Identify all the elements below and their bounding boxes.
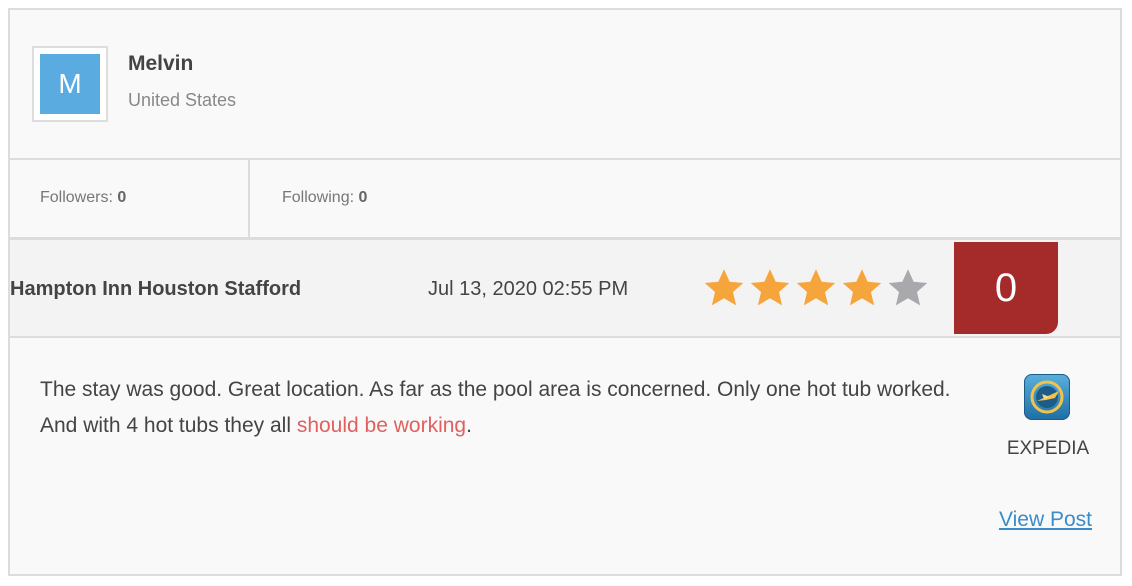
following-label: Following: [282,189,355,206]
review-card: M Melvin United States Followers: 0 Foll… [8,8,1122,576]
followers-stat[interactable]: Followers: 0 [10,160,250,237]
review-text-highlight: should be working [296,414,467,437]
user-header: M Melvin United States [10,10,1120,160]
star-icon [704,269,744,306]
view-post-link[interactable]: View Post [999,508,1092,532]
avatar-letter: M [40,54,100,114]
avatar[interactable]: M [32,46,108,122]
review-text-part2: . [466,414,472,437]
review-body: The stay was good. Great location. As fa… [10,338,1120,574]
review-text: The stay was good. Great location. As fa… [40,372,960,444]
review-summary-bar: Hampton Inn Houston Stafford Jul 13, 202… [10,240,1120,338]
star-icon [796,269,836,306]
following-stat[interactable]: Following: 0 [252,160,552,237]
followers-label: Followers: [40,189,113,206]
follow-stats: Followers: 0 Following: 0 [10,158,1120,240]
user-name[interactable]: Melvin [128,52,193,76]
star-icon [750,269,790,306]
hotel-name[interactable]: Hampton Inn Houston Stafford [10,278,301,301]
source-name: EXPEDIA [1006,438,1090,459]
score-badge: 0 [954,242,1058,334]
review-text-part1: The stay was good. Great location. As fa… [40,378,951,437]
star-icon [842,269,882,306]
expedia-logo-icon [1024,374,1070,420]
star-icon [888,269,928,306]
review-date: Jul 13, 2020 02:55 PM [428,278,629,300]
following-count: 0 [358,189,368,206]
user-country: United States [128,90,237,110]
followers-count: 0 [117,189,127,206]
